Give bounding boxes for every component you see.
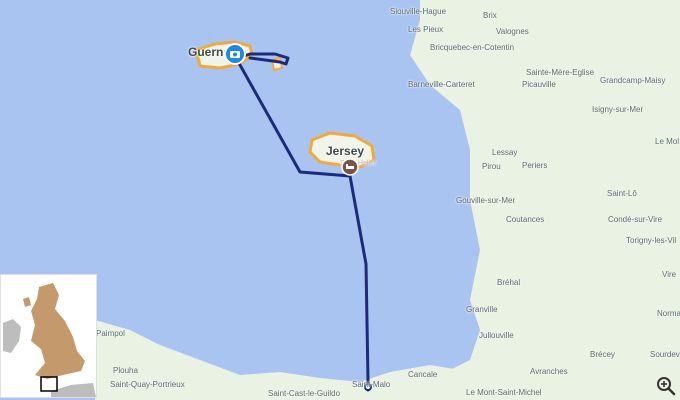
label-brehal: Bréhal	[497, 278, 521, 287]
camera-marker[interactable]	[224, 43, 246, 65]
label-jersey: Jersey	[326, 144, 365, 158]
label-bricquebec: Bricquebec-en-Cotentin	[430, 43, 515, 52]
label-les-pieux: Les Pieux	[408, 25, 444, 34]
land-normandy	[410, 0, 680, 400]
label-conde: Condé-sur-Vire	[608, 215, 663, 224]
inset-view-box	[40, 376, 58, 392]
label-jullouville: Jullouville	[479, 331, 514, 340]
bed-icon	[341, 158, 359, 176]
map-base	[95, 0, 680, 400]
label-brix: Brix	[483, 11, 497, 20]
label-periers: Periers	[522, 161, 548, 170]
inset-map	[3, 283, 96, 397]
label-grandcamp: Grandcamp-Maisy	[600, 76, 666, 85]
inset-scotland-isles	[23, 297, 31, 307]
label-brecey: Brécey	[590, 350, 615, 359]
label-avranches: Avranches	[530, 367, 568, 376]
label-torigny: Torigny-les-Vil	[626, 236, 677, 245]
hotel-marker[interactable]	[341, 158, 359, 176]
inset-ireland	[3, 319, 21, 353]
label-saint-malo: Saint-Malo	[352, 380, 391, 389]
camera-icon	[224, 43, 246, 65]
label-saint-lo: Saint-Lô	[607, 189, 637, 198]
overview-inset[interactable]	[0, 274, 97, 398]
label-sainte-mere: Sainte-Mère-Eglise	[526, 68, 595, 77]
label-cancale: Cancale	[408, 370, 438, 379]
inset-uk	[31, 283, 85, 379]
label-picauville: Picauville	[522, 80, 556, 89]
label-isigny: Isigny-sur-Mer	[592, 105, 644, 114]
label-coutances: Coutances	[506, 215, 545, 224]
label-granville: Granville	[466, 305, 498, 314]
route-line	[233, 54, 370, 392]
map-view[interactable]: Guernsey Jersey Siouville-Hague Brix Les…	[0, 0, 680, 400]
label-norma: Norma	[657, 309, 680, 318]
label-mont-st-michel: Le Mont-Saint-Michel	[466, 388, 542, 397]
label-lessay: Lessay	[492, 148, 518, 157]
label-barneville: Barneville-Carteret	[408, 80, 475, 89]
label-gouville: Gouville-sur-Mer	[456, 196, 516, 205]
label-saint-cast: Saint-Cast-le-Guildo	[268, 389, 341, 398]
label-le-mol: Le Mol	[655, 137, 680, 146]
label-paimpol: Paimpol	[96, 329, 125, 338]
label-sourdev: Sourdev	[650, 350, 680, 359]
zoom-button[interactable]	[654, 374, 678, 398]
label-saint-quay: Saint-Quay-Portrieux	[110, 380, 185, 389]
label-pirou: Pirou	[482, 162, 501, 171]
label-plouha: Plouha	[113, 366, 138, 375]
label-valognes: Valognes	[496, 27, 529, 36]
zoom-in-icon	[657, 377, 676, 396]
label-vire: Vire	[662, 270, 677, 279]
label-siouville: Siouville-Hague	[390, 7, 447, 16]
